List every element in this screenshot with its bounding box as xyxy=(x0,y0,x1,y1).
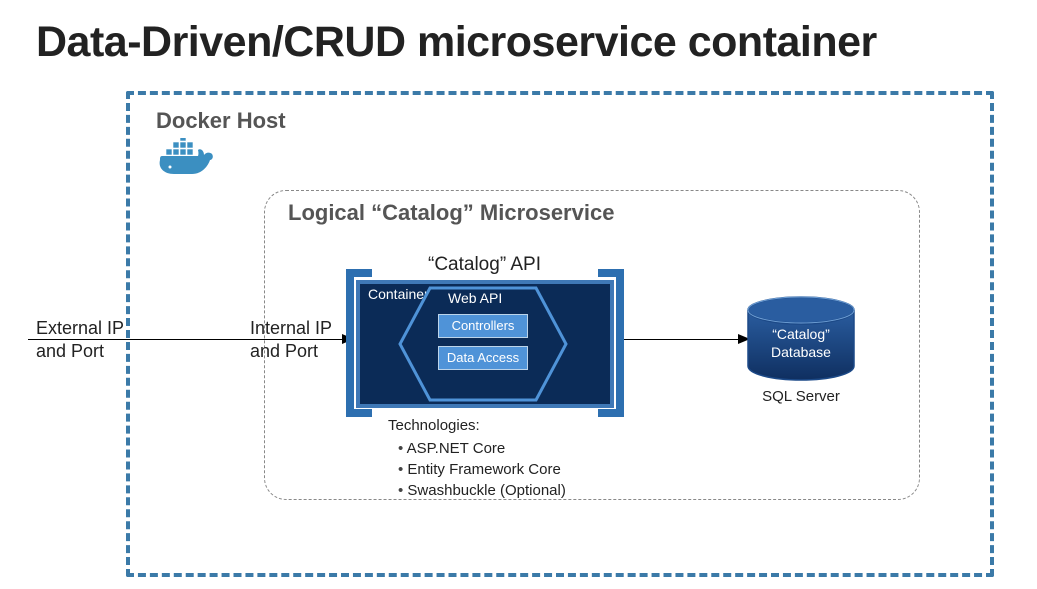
docker-icon xyxy=(158,138,214,185)
database-name-line2: Database xyxy=(771,344,831,360)
bracket-left xyxy=(346,409,372,417)
internal-ip-line1: Internal IP xyxy=(250,318,332,338)
tech-item: Swashbuckle (Optional) xyxy=(398,480,566,501)
controllers-box: Controllers xyxy=(438,314,528,338)
arrow-external-to-container xyxy=(28,339,344,340)
technologies-list: Technologies: ASP.NET Core Entity Framew… xyxy=(388,415,566,501)
database-name-line1: “Catalog” xyxy=(772,326,830,342)
external-ip-line2: and Port xyxy=(36,341,104,361)
logical-microservice-label: Logical “Catalog” Microservice xyxy=(288,200,614,226)
database-caption: SQL Server xyxy=(744,388,858,405)
internal-ip-line2: and Port xyxy=(250,341,318,361)
catalog-api-label: “Catalog” API xyxy=(428,254,541,276)
tech-item: ASP.NET Core xyxy=(398,438,566,459)
bracket-right xyxy=(616,269,624,417)
arrow-container-to-db xyxy=(624,339,740,340)
database-name: “Catalog” Database xyxy=(744,326,858,361)
bracket-left xyxy=(346,269,354,417)
docker-host-label: Docker Host xyxy=(156,108,286,134)
external-ip-line1: External IP xyxy=(36,318,124,338)
tech-item: Entity Framework Core xyxy=(398,459,566,480)
page-title: Data-Driven/CRUD microservice container xyxy=(36,18,877,67)
technologies-heading: Technologies: xyxy=(388,415,566,436)
webapi-label: Web API xyxy=(448,290,502,306)
bracket-right xyxy=(598,409,624,417)
data-access-box: Data Access xyxy=(438,346,528,370)
